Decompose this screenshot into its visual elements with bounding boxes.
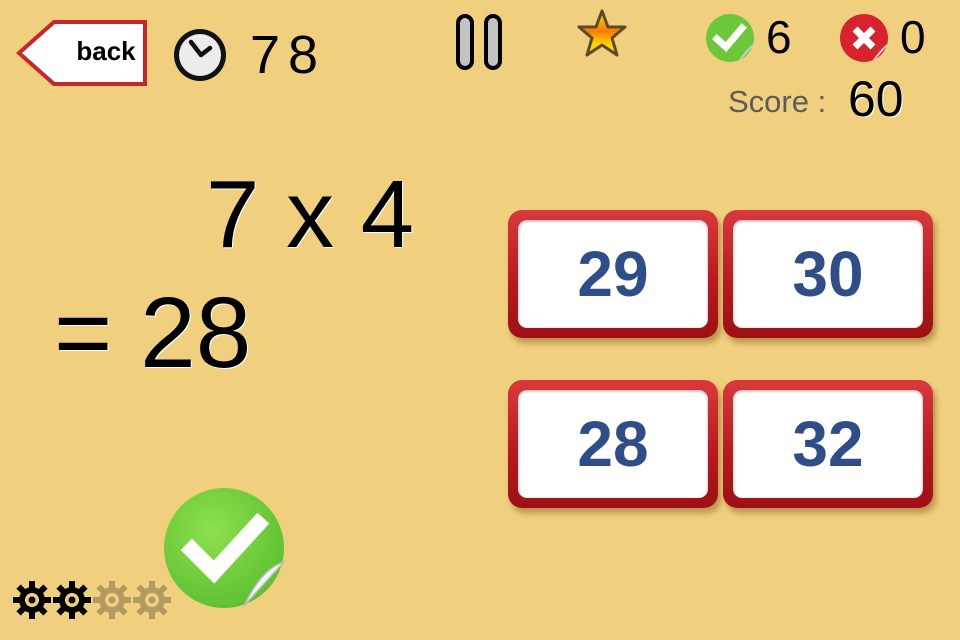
- back-label: back: [76, 36, 136, 66]
- star-icon: [576, 8, 628, 58]
- answer-button[interactable]: 28: [508, 380, 718, 508]
- answer-button[interactable]: 29: [508, 210, 718, 338]
- back-button[interactable]: back: [16, 20, 148, 86]
- answer-button[interactable]: 30: [723, 210, 933, 338]
- correct-check-icon: [704, 12, 756, 64]
- wrong-count: 0: [900, 11, 926, 63]
- wrong-x-icon: [838, 12, 890, 64]
- answer-label: 32: [733, 390, 923, 498]
- answer-line: = 28: [54, 277, 252, 389]
- answer-label: 30: [733, 220, 923, 328]
- clock-icon: [170, 26, 230, 84]
- gear-icon: [13, 581, 51, 619]
- pause-icon: [456, 14, 502, 70]
- progress-gears: [12, 578, 182, 626]
- score-value: 60: [848, 71, 904, 127]
- gear-icon: [133, 581, 171, 619]
- gear-icon: [53, 581, 91, 619]
- question-expression: 7 x 4: [206, 161, 415, 268]
- correct-count: 6: [766, 11, 792, 63]
- gear-icon: [93, 581, 131, 619]
- timer-value: 78: [250, 25, 327, 85]
- pause-button[interactable]: [455, 12, 505, 70]
- answer-label: 29: [518, 220, 708, 328]
- score-label: Score :: [728, 84, 827, 119]
- answer-label: 28: [518, 390, 708, 498]
- answer-button[interactable]: 32: [723, 380, 933, 508]
